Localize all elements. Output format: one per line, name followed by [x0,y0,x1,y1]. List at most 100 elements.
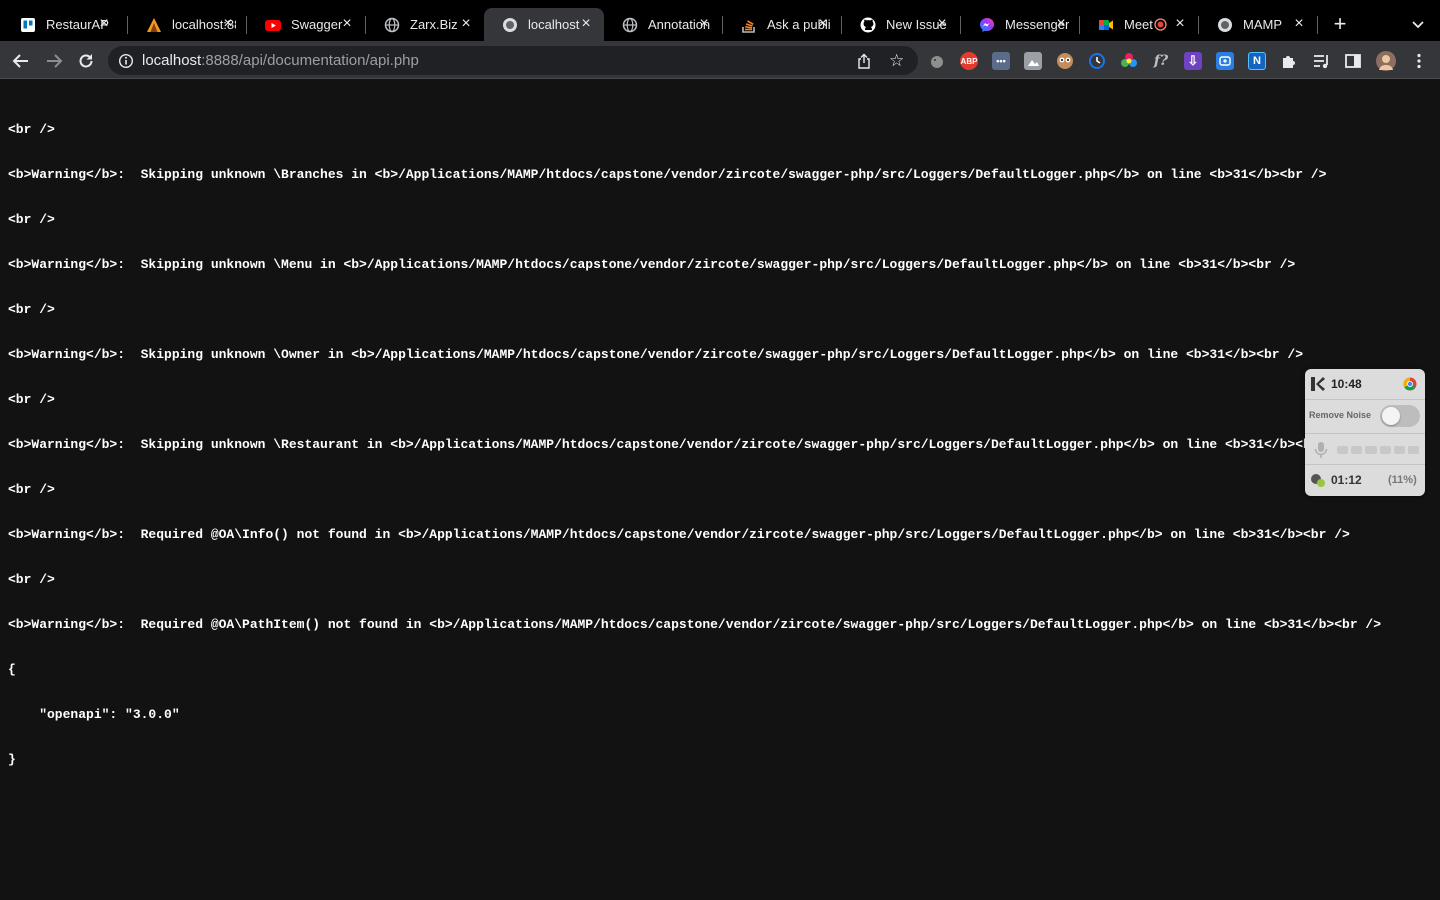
reload-button[interactable] [74,49,98,73]
url-host: localhost [142,52,202,69]
tab-new-issue[interactable]: New Issue × [842,8,960,41]
extension-a-icon[interactable] [928,52,946,70]
extension-clock-icon[interactable] [1088,52,1106,70]
output-line: <b>Warning</b>: Skipping unknown \Menu i… [8,257,1296,272]
tab-zarx-biz[interactable]: Zarx.Biz × [366,8,484,41]
krisp-widget[interactable]: 10:48 Remove Noise 01:12 (11%) [1305,369,1425,496]
extension-image-icon[interactable] [1024,52,1042,70]
messenger-icon [979,17,995,33]
output-line: <b>Warning</b>: Skipping unknown \Owner … [8,347,1304,362]
output-line: <br /> [8,482,55,497]
back-arrow-icon [12,54,28,68]
krisp-divider [1305,433,1425,434]
back-button[interactable] [9,49,33,73]
browser-toolbar: localhost:8888/api/documentation/api.php… [0,41,1440,79]
close-tab-icon[interactable]: × [1053,16,1069,32]
forward-button[interactable] [42,49,66,73]
close-tab-icon[interactable]: × [458,16,474,32]
close-tab-icon[interactable]: × [1172,16,1188,32]
tab-annotation[interactable]: Annotation × [604,8,722,41]
adblock-icon[interactable]: ABP [960,52,978,70]
forward-arrow-icon [47,54,63,68]
close-tab-icon[interactable]: × [696,16,712,32]
output-line: } [8,752,16,767]
output-line: <br /> [8,572,55,587]
krisp-divider [1305,464,1425,465]
tab-localhost-active[interactable]: localhost × [484,8,604,41]
google-meet-icon [1098,17,1114,33]
toggle-knob [1382,407,1400,425]
output-line: <br /> [8,302,55,317]
microphone-icon [1312,441,1330,459]
tab-search-chevron-icon[interactable] [1408,14,1428,34]
globe-icon [384,17,400,33]
mamp-elephant-icon [1217,17,1233,33]
trello-icon [20,17,36,33]
stackoverflow-icon [741,17,757,33]
output-line: <b>Warning</b>: Required @OA\Info() not … [8,527,1350,542]
extension-dots-icon[interactable]: ••• [992,52,1010,70]
krisp-timer: 01:12 [1331,473,1362,487]
level-bar [1379,446,1391,454]
output-line: <br /> [8,392,55,407]
remove-noise-label: Remove Noise [1309,410,1372,420]
site-info-icon[interactable] [118,53,134,69]
close-tab-icon[interactable]: × [578,16,594,32]
mamp-triangle-icon [146,17,162,33]
close-tab-icon[interactable]: × [934,16,950,32]
close-tab-icon[interactable]: × [339,16,355,32]
tab-mamp[interactable]: MAMP × [1199,8,1317,41]
tab-swagger[interactable]: Swagger × [247,8,365,41]
globe-icon [622,17,638,33]
url-path: :8888/api/documentation/api.php [201,52,419,69]
bookmark-star-icon[interactable]: ☆ [889,51,904,71]
close-tab-icon[interactable]: × [96,16,112,32]
level-bar [1337,446,1349,454]
recording-icon [1154,18,1167,31]
krisp-clock: 10:48 [1331,377,1362,391]
output-line: <br /> [8,122,55,137]
extension-download-icon[interactable]: ⇩ [1184,52,1202,70]
tab-ask-a-public[interactable]: Ask a public × [723,8,841,41]
side-panel-icon[interactable] [1344,52,1362,70]
new-tab-button[interactable]: + [1330,13,1350,35]
level-bar [1393,446,1405,454]
avatar[interactable] [1376,51,1396,71]
mamp-elephant-icon [502,17,518,33]
menu-kebab-icon[interactable] [1410,52,1428,70]
output-line: <b>Warning</b>: Skipping unknown \Restau… [8,437,1343,452]
extension-screen-icon[interactable] [1216,52,1234,70]
youtube-icon [265,17,281,33]
output-line: "openapi": "3.0.0" [8,707,180,722]
close-tab-icon[interactable]: × [815,16,831,32]
extension-eyes-icon[interactable] [1056,52,1074,70]
extension-fx-icon[interactable]: f? [1152,52,1170,70]
reload-icon [79,54,93,68]
address-bar[interactable]: localhost:8888/api/documentation/api.php… [108,46,918,75]
level-bar [1351,446,1363,454]
output-line: <br /> [8,212,55,227]
php-output: <br /> <b>Warning</b>: Skipping unknown … [8,92,1428,782]
mic-level-meter [1337,446,1420,454]
krisp-percent: (11%) [1388,474,1417,486]
toolbar-divider [0,78,1440,79]
tab-meet[interactable]: Meet × [1080,8,1198,41]
tab-separator [1317,16,1318,34]
media-control-icon[interactable] [1312,52,1330,70]
extension-n-icon[interactable]: N [1248,52,1266,70]
krisp-divider [1305,399,1425,400]
extensions-puzzle-icon[interactable] [1280,52,1298,70]
level-bar [1365,446,1377,454]
extension-colorwheel-icon[interactable] [1120,52,1138,70]
chrome-icon [1403,377,1417,391]
tab-messenger[interactable]: Messenger × [961,8,1079,41]
output-line: { [8,662,16,677]
share-icon[interactable] [856,53,872,69]
close-tab-icon[interactable]: × [1291,16,1307,32]
url-text: localhost:8888/api/documentation/api.php [142,52,419,69]
tab-restaurapi[interactable]: RestaurAPI × [2,8,122,41]
close-tab-icon[interactable]: × [220,16,236,32]
github-icon [860,17,876,33]
remove-noise-toggle[interactable] [1380,405,1420,427]
tab-localhost-8888[interactable]: localhost:8888 × [128,8,246,41]
